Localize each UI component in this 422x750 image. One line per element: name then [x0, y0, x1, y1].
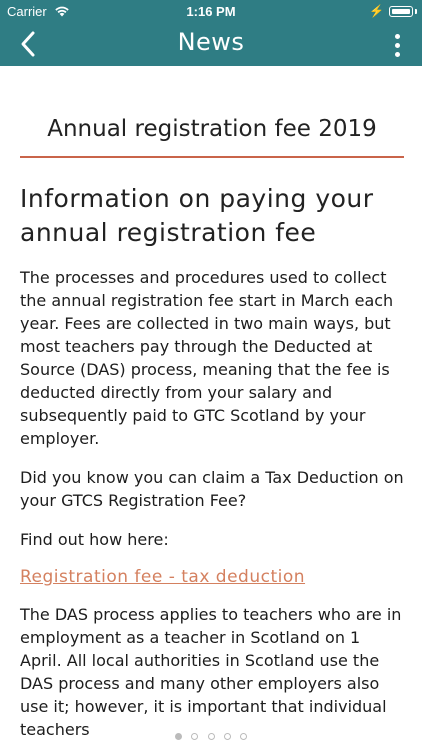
- paragraph: The processes and procedures used to col…: [20, 268, 394, 448]
- back-button[interactable]: [8, 24, 48, 64]
- more-vertical-icon: [394, 33, 400, 39]
- title-divider: [20, 156, 404, 158]
- article-title: Annual registration fee 2019: [47, 116, 377, 142]
- more-options-button[interactable]: [382, 26, 412, 64]
- tax-deduction-link[interactable]: Registration fee - tax deduction: [20, 567, 305, 587]
- page-title: News: [177, 28, 245, 56]
- page-dot[interactable]: [239, 733, 247, 740]
- page-dot[interactable]: [191, 733, 199, 740]
- battery-icon: [389, 6, 413, 17]
- article-headline: Information on paying your annual regist…: [20, 184, 374, 247]
- chevron-left-icon: [21, 31, 35, 57]
- page-indicator: [0, 725, 422, 744]
- paragraph: The DAS process applies to teachers who …: [20, 605, 402, 739]
- paragraph: Did you know you can claim a Tax Deducti…: [20, 468, 404, 510]
- status-bar: Carrier 1:16 PM ⚡: [0, 0, 422, 24]
- paragraph: Find out how here:: [20, 530, 169, 549]
- battery-cap: [415, 9, 417, 14]
- status-time: 1:16 PM: [186, 4, 236, 19]
- page-dot[interactable]: [207, 733, 215, 740]
- charging-icon: ⚡: [369, 4, 384, 18]
- app-header: Carrier 1:16 PM ⚡ News: [0, 0, 422, 66]
- page-dot[interactable]: [223, 733, 231, 740]
- article-content: Annual registration fee 2019 Information…: [20, 66, 404, 741]
- page-dot[interactable]: [175, 733, 183, 740]
